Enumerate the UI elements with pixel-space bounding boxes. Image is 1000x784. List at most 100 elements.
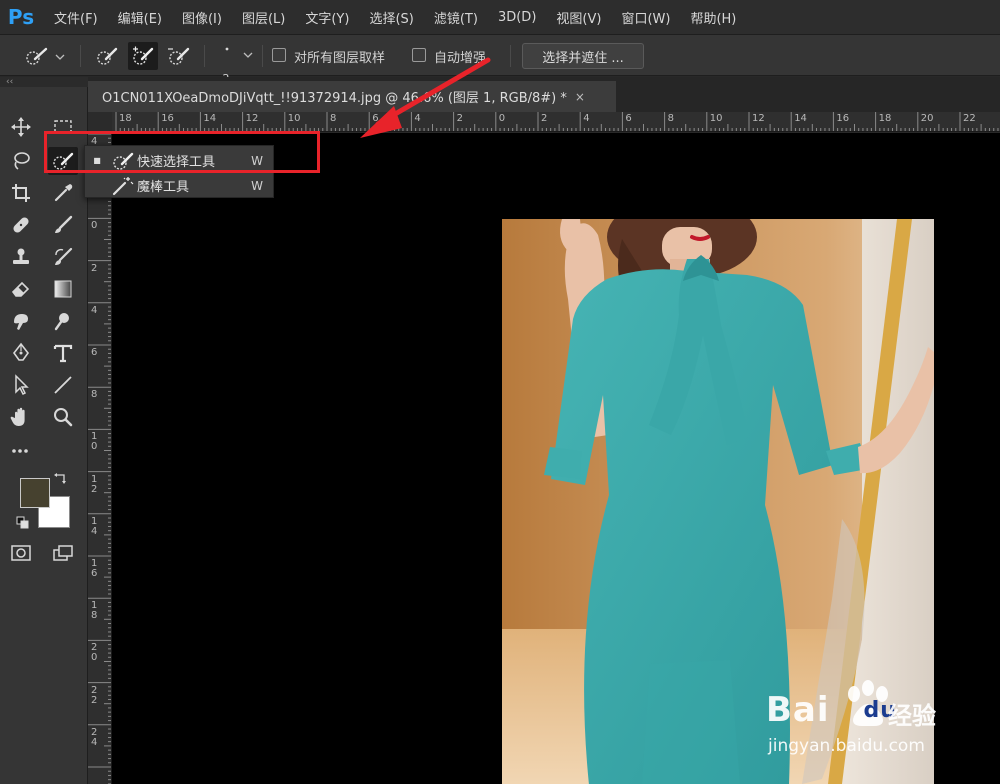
ruler-label: 2: [541, 113, 548, 124]
brush-dot-icon: [225, 47, 253, 58]
flyout-item-magic-wand[interactable]: 魔棒工具 W: [85, 173, 273, 198]
arrow-pointer-icon: [15, 374, 29, 396]
ruler-label: 6: [625, 113, 632, 124]
menu-window[interactable]: 窗口(W): [613, 8, 678, 27]
menu-layer[interactable]: 图层(L): [234, 8, 293, 27]
ruler-label: 18: [119, 113, 132, 124]
ruler-label: 2: [91, 262, 98, 274]
menu-file[interactable]: 文件(F): [46, 8, 106, 27]
dodge-tool[interactable]: [48, 307, 78, 335]
history-brush-tool[interactable]: [48, 243, 78, 271]
screen-mode-icon: [53, 545, 73, 561]
ruler-label: 8: [667, 113, 674, 124]
zoom-tool[interactable]: [48, 403, 78, 431]
menu-image[interactable]: 图像(I): [174, 8, 230, 27]
document-tab-bar: O1CN011XOeaDmoDJiVqtt_!!91372914.jpg @ 4…: [88, 77, 1000, 112]
menu-3d[interactable]: 3D(D): [490, 10, 544, 25]
more-dots-icon: [12, 449, 28, 453]
type-icon: [53, 344, 73, 363]
tool-preset-picker[interactable]: [18, 42, 70, 70]
hand-tool[interactable]: [6, 403, 36, 431]
options-separator: [204, 45, 205, 67]
close-icon[interactable]: ×: [575, 90, 585, 104]
path-selection-tool[interactable]: [6, 371, 36, 399]
menu-type[interactable]: 文字(Y): [297, 8, 357, 27]
menu-bar: Ps 文件(F) 编辑(E) 图像(I) 图层(L) 文字(Y) 选择(S) 滤…: [0, 0, 1000, 34]
swap-colors-button[interactable]: [48, 469, 74, 487]
ruler-label: 4: [414, 113, 421, 124]
ruler-label: 16: [161, 113, 174, 124]
ruler-label: 4: [583, 113, 590, 124]
eyedropper-icon: [54, 184, 73, 202]
menu-edit[interactable]: 编辑(E): [110, 8, 170, 27]
watermark-cn: 经验: [888, 702, 936, 730]
brush-picker[interactable]: [212, 42, 256, 70]
options-bar: 2 对所有图层取样 自动增强 选择并遮住 ...: [0, 34, 1000, 85]
quick-mask-button[interactable]: [6, 539, 36, 567]
history-brush-icon: [55, 247, 73, 265]
ruler-label: 16: [836, 113, 850, 124]
line-icon: [54, 376, 72, 394]
document-tab-title: O1CN011XOeaDmoDJiVqtt_!!91372914.jpg @ 4…: [102, 91, 567, 106]
ruler-label: 22: [963, 113, 976, 124]
new-selection-button[interactable]: [92, 42, 122, 70]
watermark-brand: Bai du: [766, 690, 897, 730]
ruler-label: 14: [794, 113, 807, 124]
foreground-color-swatch[interactable]: [20, 478, 50, 508]
ruler-label: 1 2: [91, 473, 98, 495]
type-tool[interactable]: [48, 339, 78, 367]
clone-stamp-tool[interactable]: [6, 243, 36, 271]
ruler-label: 0: [91, 220, 98, 232]
eraser-tool[interactable]: [6, 275, 36, 303]
vertical-ruler[interactable]: 42024681 01 21 41 61 82 02 22 4: [88, 132, 112, 784]
eraser-icon: [11, 281, 30, 297]
crop-tool[interactable]: [6, 179, 36, 207]
subtract-from-selection-button[interactable]: [164, 42, 194, 70]
bandage-icon: [13, 217, 29, 233]
smudge-icon: [14, 314, 28, 330]
pen-tool[interactable]: [6, 339, 36, 367]
lasso-tool[interactable]: [6, 147, 36, 175]
new-selection-icon: [97, 47, 118, 65]
add-to-selection-button[interactable]: [128, 42, 158, 70]
line-tool[interactable]: [48, 371, 78, 399]
eyedropper-tool[interactable]: [48, 179, 78, 207]
subtract-from-selection-icon: [168, 47, 190, 65]
ruler-label: 2 0: [91, 642, 98, 664]
default-colors-button[interactable]: [12, 515, 34, 531]
ruler-label: 14: [203, 113, 217, 124]
select-and-mask-button[interactable]: 选择并遮住 ...: [522, 43, 644, 69]
edit-toolbar-button[interactable]: [6, 437, 36, 465]
flyout-item-label: 魔棒工具: [137, 180, 190, 195]
ruler-origin[interactable]: [88, 112, 112, 132]
menu-select[interactable]: 选择(S): [361, 8, 421, 27]
ruler-label: 1 6: [91, 558, 98, 579]
move-tool[interactable]: [6, 113, 36, 141]
auto-enhance-checkbox[interactable]: [412, 48, 426, 62]
brush-icon: [55, 215, 73, 233]
toolbox-collapse-handle[interactable]: ‹‹: [0, 77, 88, 87]
brush-tool[interactable]: [48, 211, 78, 239]
default-colors-icon: [16, 516, 29, 529]
gradient-tool[interactable]: [48, 275, 78, 303]
magic-wand-icon: [109, 176, 137, 196]
ruler-label: 0: [498, 113, 506, 124]
menu-filter[interactable]: 滤镜(T): [426, 8, 486, 27]
menu-help[interactable]: 帮助(H): [682, 8, 744, 27]
ruler-label: 6: [372, 113, 379, 124]
toolbox: [0, 87, 88, 784]
healing-brush-tool[interactable]: [6, 211, 36, 239]
document-tab[interactable]: O1CN011XOeaDmoDJiVqtt_!!91372914.jpg @ 4…: [88, 81, 616, 112]
screen-mode-button[interactable]: [48, 539, 78, 567]
horizontal-ruler[interactable]: 18 16 14 12 10 8 6 4 2 0 2 4 6 8 10 12 14 16 18 20 22: [112, 112, 1000, 132]
ruler-label: 20: [920, 113, 934, 124]
annotation-highlight-box: [44, 131, 320, 173]
watermark-url: jingyan.baidu.com: [768, 736, 925, 756]
ruler-label: 10: [287, 113, 301, 124]
smudge-tool[interactable]: [6, 307, 36, 335]
sample-all-layers-checkbox[interactable]: [272, 48, 286, 62]
ruler-label: 6: [91, 347, 98, 358]
ruler-label: 10: [709, 113, 723, 124]
add-to-selection-icon: [133, 46, 154, 65]
menu-view[interactable]: 视图(V): [548, 8, 609, 27]
